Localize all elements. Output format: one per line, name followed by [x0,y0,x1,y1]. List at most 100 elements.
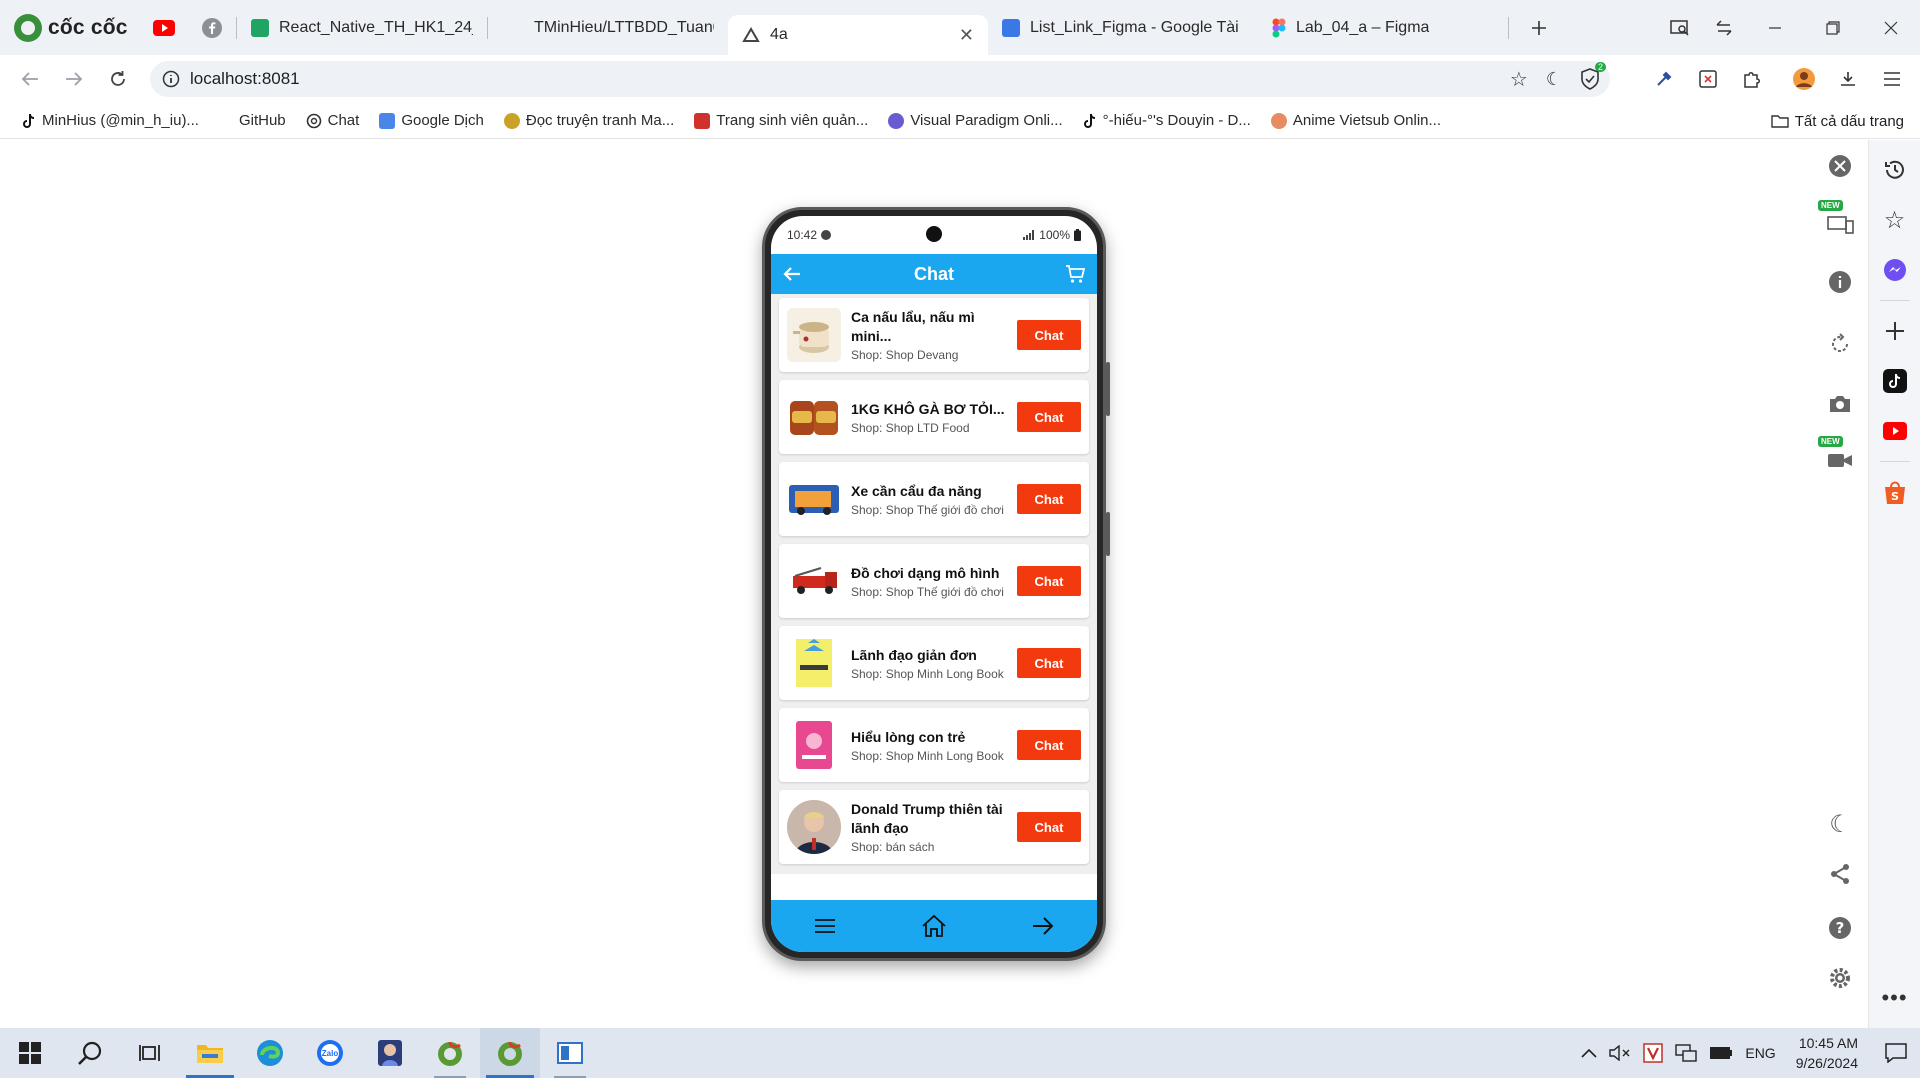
messenger-button[interactable] [1875,250,1915,290]
close-window-button[interactable] [1862,6,1920,50]
coccoc-app-active[interactable] [480,1028,540,1078]
list-item[interactable]: Xe cần cẩu đa năng Shop: Shop Thế giới đ… [779,462,1089,536]
coccoc-logo[interactable]: cốc cốc [0,0,140,55]
zalo-app[interactable]: Zalo [300,1028,360,1078]
tab-react-native[interactable]: React_Native_TH_HK1_24_25_ [237,8,487,48]
history-button[interactable] [1875,150,1915,190]
chat-button[interactable]: Chat [1017,566,1081,596]
settings-button[interactable] [1820,958,1860,998]
crane-toy-image [789,485,839,515]
all-bookmarks-button[interactable]: Tất cả dấu trang [1771,103,1904,139]
volume-button[interactable] [1603,1028,1637,1078]
bookmark-item[interactable]: °-hiếu-°'s Douyin - D... [1073,112,1261,129]
chat-button[interactable]: Chat [1017,648,1081,678]
extensions-button[interactable] [1730,57,1774,101]
bookmark-item[interactable]: Chat [296,112,370,129]
menu-button[interactable] [1870,57,1914,101]
bookmark-item[interactable]: Google Dịch [369,112,494,129]
show-hidden-icons[interactable] [1575,1028,1603,1078]
list-item[interactable]: 1KG KHÔ GÀ BƠ TỎI... Shop: Shop LTD Food… [779,380,1089,454]
cart-button[interactable] [1065,264,1085,284]
record-button[interactable]: NEW [1818,436,1860,480]
pinned-tab-youtube[interactable] [140,0,188,55]
rotate-button[interactable] [1820,324,1860,364]
chat-button[interactable]: Chat [1017,812,1081,842]
pinned-tab-facebook[interactable] [188,0,236,55]
color-picker-extension[interactable] [1642,57,1686,101]
translate-extension[interactable] [1686,57,1730,101]
product-name: 1KG KHÔ GÀ BƠ TỎI... [851,400,1005,417]
back-button[interactable] [8,57,52,101]
tab-4a[interactable]: 4a ✕ [728,15,988,55]
tab-search-button[interactable] [1658,6,1702,50]
add-sidebar-app-button[interactable] [1875,311,1915,351]
vscode-app[interactable] [540,1028,600,1078]
forward-button[interactable] [52,57,96,101]
forward-button[interactable] [1023,906,1063,946]
clock[interactable]: 10:45 AM 9/26/2024 [1782,1033,1872,1073]
shopee-sidebar-button[interactable]: S [1875,472,1915,512]
notifications-button[interactable] [1872,1028,1920,1078]
tiktok-sidebar-button[interactable] [1875,361,1915,401]
tab-actions-button[interactable] [1702,6,1746,50]
dark-mode-icon[interactable]: ☾ [1546,69,1562,90]
list-item[interactable]: Donald Trump thiên tài lãnh đạo Shop: bá… [779,790,1089,864]
menu-button[interactable] [805,906,845,946]
start-button[interactable] [0,1028,60,1078]
product-image [787,718,841,772]
tab-list-link-figma[interactable]: List_Link_Figma - Google Tài li [988,8,1258,48]
shop-name: Shop: Shop LTD Food [851,420,970,435]
close-tab-icon[interactable]: ✕ [959,25,974,46]
coccoc-app[interactable] [420,1028,480,1078]
battery-button[interactable] [1703,1028,1739,1078]
edge-app[interactable] [240,1028,300,1078]
bookmark-star-icon[interactable]: ☆ [1510,67,1528,92]
task-view-button[interactable] [120,1028,180,1078]
bookmark-item[interactable]: MinHius (@min_h_iu)... [12,112,209,129]
chat-button[interactable]: Chat [1017,320,1081,350]
file-explorer-app[interactable] [180,1028,240,1078]
downloads-button[interactable] [1826,57,1870,101]
bookmark-item[interactable]: Đọc truyện tranh Ma... [494,112,684,129]
bookmarks-panel-button[interactable]: ☆ [1875,200,1915,240]
chat-button[interactable]: Chat [1017,484,1081,514]
sidebar-more-button[interactable]: ••• [1875,978,1915,1018]
share-button[interactable] [1820,854,1860,894]
minimize-button[interactable] [1746,6,1804,50]
coccoc-logo-icon [14,13,42,42]
game-app[interactable] [360,1028,420,1078]
list-item[interactable]: Ca nấu lẩu, nấu mì mini... Shop: Shop De… [779,298,1089,372]
reload-button[interactable] [96,57,140,101]
info-button[interactable] [1820,262,1860,302]
new-tab-button[interactable] [1517,6,1561,50]
vietkey-button[interactable] [1637,1028,1669,1078]
device-mode-button[interactable]: NEW [1818,200,1860,244]
close-inspector-button[interactable] [1820,146,1860,186]
home-button[interactable] [914,906,954,946]
bookmark-item[interactable]: Anime Vietsub Onlin... [1261,112,1451,129]
back-button[interactable] [783,266,801,282]
language-indicator[interactable]: ENG [1739,1028,1781,1078]
search-button[interactable] [60,1028,120,1078]
home-icon [922,914,946,937]
adblock-shield-icon[interactable]: 2 [1580,62,1606,90]
chat-button[interactable]: Chat [1017,402,1081,432]
address-bar[interactable]: localhost:8081 ☆ ☾ 2 [150,61,1610,97]
bookmark-item[interactable]: Visual Paradigm Onli... [878,112,1072,129]
chat-button[interactable]: Chat [1017,730,1081,760]
bookmark-item[interactable]: GitHub [229,112,296,129]
restore-button[interactable] [1804,6,1862,50]
list-item[interactable]: Đồ chơi dạng mô hình Shop: Shop Thế giới… [779,544,1089,618]
list-item[interactable]: Hiểu lòng con trẻ Shop: Shop Minh Long B… [779,708,1089,782]
screenshot-button[interactable] [1820,384,1860,424]
list-item[interactable]: Lãnh đạo giản đơn Shop: Shop Minh Long B… [779,626,1089,700]
youtube-sidebar-button[interactable] [1875,411,1915,451]
profile-avatar[interactable] [1782,57,1826,101]
tab-lab04-figma[interactable]: Lab_04_a – Figma [1258,8,1508,48]
tab-github-repo[interactable]: TMinHieu/LTTBDD_Tuan06 [488,8,728,48]
network-button[interactable] [1669,1028,1703,1078]
status-bar: 10:42 100% [771,216,1097,254]
bookmark-item[interactable]: Trang sinh viên quản... [684,112,878,129]
night-mode-button[interactable]: ☾ [1820,804,1860,844]
help-button[interactable]: ? [1820,908,1860,948]
